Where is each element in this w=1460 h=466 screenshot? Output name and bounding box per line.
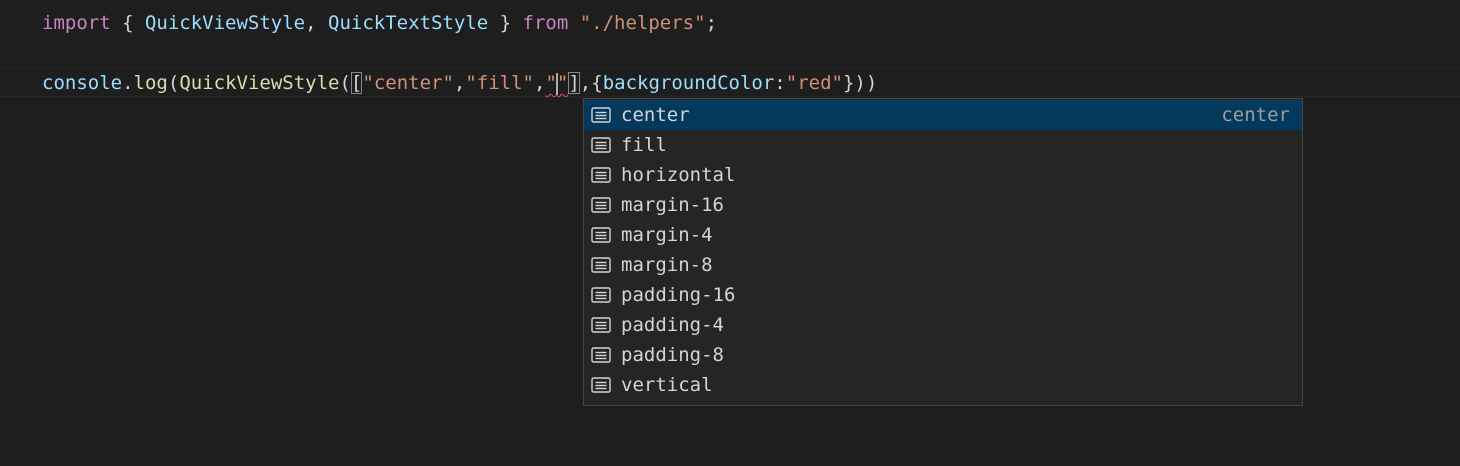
punct-open-brace: { (110, 12, 145, 34)
text-lines-icon (590, 257, 612, 273)
autocomplete-suggest-widget[interactable]: center center fill horizontal margin-16 … (583, 98, 1303, 406)
suggestion-item-padding-16[interactable]: padding-16 (584, 280, 1302, 310)
text-lines-icon-svg (591, 137, 611, 153)
suggestion-item-padding-4[interactable]: padding-4 (584, 310, 1302, 340)
punct-paren-open-2: ( (339, 72, 351, 94)
suggestion-item-vertical[interactable]: vertical (584, 370, 1302, 400)
module-path-string: "./helpers" (579, 12, 706, 34)
import-identifier-2: QuickTextStyle (328, 12, 489, 34)
punct-comma-3: , (579, 72, 592, 94)
punct-dot: . (122, 72, 134, 94)
quickviewstyle-call: QuickViewStyle (179, 72, 340, 94)
text-lines-icon (590, 227, 612, 243)
suggestion-label: vertical (621, 374, 713, 396)
text-lines-icon-svg (591, 107, 611, 123)
bracket-open-match: [ (350, 72, 363, 94)
suggestion-item-fill[interactable]: fill (584, 130, 1302, 160)
punct-closing: })) (842, 72, 878, 94)
suggestion-label: fill (621, 134, 667, 156)
suggestion-item-margin-4[interactable]: margin-4 (584, 220, 1302, 250)
text-lines-icon (590, 137, 612, 153)
suggestion-label: center (621, 104, 690, 126)
text-lines-icon-svg (591, 317, 611, 333)
text-lines-icon (590, 167, 612, 183)
suggestion-label: margin-4 (621, 224, 713, 246)
code-line-3[interactable]: console.log(QuickViewStyle(["center","fi… (42, 68, 877, 98)
suggestion-label: padding-16 (621, 284, 736, 306)
text-lines-icon-svg (591, 257, 611, 273)
punct-semicolon: ; (705, 12, 718, 34)
string-fill: "fill" (465, 72, 534, 94)
suggestion-item-horizontal[interactable]: horizontal (584, 160, 1302, 190)
punct-colon: : (774, 72, 786, 94)
text-lines-icon-svg (591, 167, 611, 183)
string-red: "red" (785, 72, 843, 94)
text-lines-icon (590, 377, 612, 393)
string-center: "center" (362, 72, 454, 94)
log-method: log (133, 72, 168, 94)
suggestion-item-margin-16[interactable]: margin-16 (584, 190, 1302, 220)
punct-comma-1: , (453, 72, 466, 94)
text-lines-icon-svg (591, 287, 611, 303)
console-object: console (42, 72, 123, 94)
suggestion-label: margin-16 (621, 194, 724, 216)
suggestion-label: padding-4 (621, 314, 724, 336)
punct-comma-2: , (533, 72, 546, 94)
text-lines-icon-svg (591, 347, 611, 363)
suggestion-label: padding-8 (621, 344, 724, 366)
suggestion-label: margin-8 (621, 254, 713, 276)
bracket-close-match: ] (568, 72, 580, 94)
text-lines-icon-svg (591, 377, 611, 393)
punct-comma: , (305, 12, 329, 34)
text-lines-icon-svg (591, 197, 611, 213)
suggestion-label: horizontal (621, 164, 736, 186)
punct-close-brace: } (488, 12, 523, 34)
suggestion-item-center[interactable]: center center (584, 100, 1302, 130)
text-lines-icon (590, 197, 612, 213)
suggestion-item-margin-8[interactable]: margin-8 (584, 250, 1302, 280)
punct-object-open: { (591, 72, 603, 94)
empty-string-close-quote: " (556, 72, 569, 94)
suggestion-item-padding-8[interactable]: padding-8 (584, 340, 1302, 370)
keyword-import: import (42, 12, 111, 34)
punct-paren-open: ( (167, 72, 180, 94)
suggestion-detail: center (1221, 104, 1290, 126)
text-lines-icon (590, 317, 612, 333)
code-editor[interactable]: import { QuickViewStyle, QuickTextStyle … (0, 0, 1460, 466)
code-line-1[interactable]: import { QuickViewStyle, QuickTextStyle … (42, 8, 717, 38)
keyword-from: from (522, 12, 569, 34)
empty-string-error: "" (545, 72, 569, 95)
text-lines-icon (590, 107, 612, 123)
property-backgroundcolor: backgroundColor (602, 72, 775, 94)
punct-space (568, 12, 579, 34)
text-lines-icon (590, 287, 612, 303)
import-identifier-1: QuickViewStyle (144, 12, 306, 34)
text-lines-icon (590, 347, 612, 363)
text-lines-icon-svg (591, 227, 611, 243)
